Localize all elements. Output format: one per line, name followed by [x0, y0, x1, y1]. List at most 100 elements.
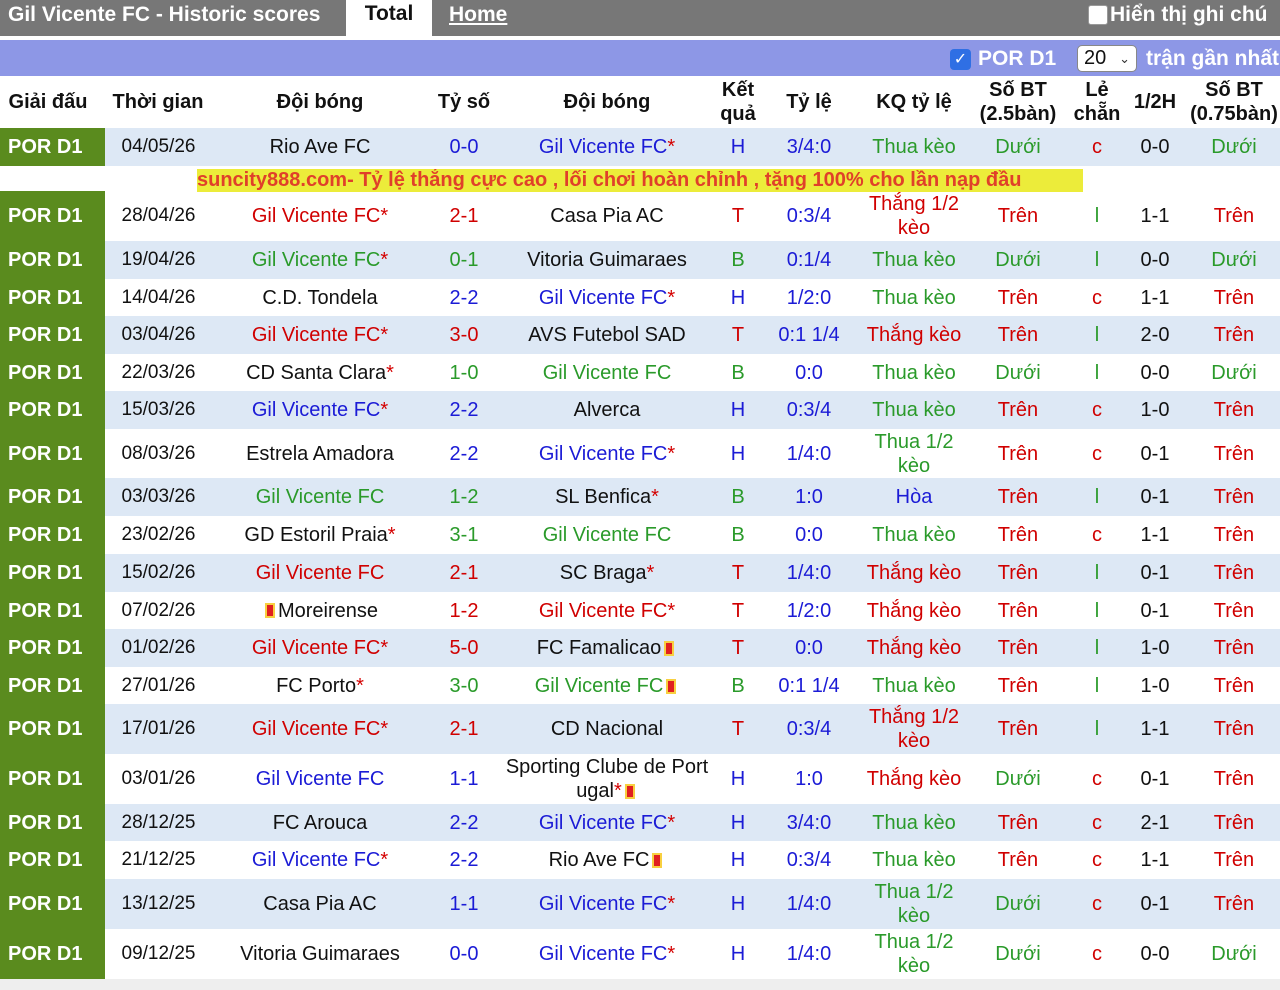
score-cell[interactable]: 1-0	[428, 354, 500, 391]
league-cell[interactable]: POR D1	[0, 704, 105, 754]
table-row[interactable]: POR D1 21/12/25 Gil Vicente FC * 2-2 Rio Ave …	[0, 841, 1280, 879]
away-team-cell[interactable]: Gil Vicente FC*	[498, 804, 716, 841]
league-cell[interactable]: POR D1	[0, 841, 105, 879]
home-team-cell[interactable]: Gil Vicente FC	[212, 478, 428, 516]
league-filter-checkbox[interactable]: ✓	[950, 49, 971, 70]
score-cell[interactable]: 1-1	[428, 754, 500, 804]
away-team-cell[interactable]: Alverca	[498, 391, 716, 429]
league-cell[interactable]: POR D1	[0, 879, 105, 929]
away-team-cell[interactable]: Gil Vicente FC	[498, 516, 716, 554]
score-cell[interactable]: 2-2	[428, 804, 500, 841]
home-team-cell[interactable]: Gil Vicente FC *	[212, 841, 428, 879]
table-row[interactable]: POR D1 03/03/26 Gil Vicente FC 1-2 SL Benfic…	[0, 478, 1280, 516]
league-cell[interactable]: POR D1	[0, 592, 105, 629]
table-row[interactable]: POR D1 14/04/26 C.D. Tondela 2-2 Gil Vicente…	[0, 279, 1280, 316]
home-team-cell[interactable]: Gil Vicente FC *	[212, 241, 428, 279]
score-cell[interactable]: 3-0	[428, 316, 500, 354]
league-cell[interactable]: POR D1	[0, 128, 105, 166]
home-team-cell[interactable]: CD Santa Clara *	[212, 354, 428, 391]
away-team-cell[interactable]: Gil Vicente FC	[498, 354, 716, 391]
league-cell[interactable]: POR D1	[0, 391, 105, 429]
show-notes-toggle[interactable]: Hiển thị ghi chú	[1088, 3, 1268, 27]
league-cell[interactable]: POR D1	[0, 191, 105, 241]
home-team-cell[interactable]: Gil Vicente FC	[212, 554, 428, 592]
away-team-cell[interactable]: Gil Vicente FC*	[498, 879, 716, 929]
home-team-cell[interactable]: Vitoria Guimaraes	[212, 929, 428, 979]
home-team-cell[interactable]: Gil Vicente FC *	[212, 191, 428, 241]
tab-home[interactable]: Home	[449, 2, 507, 28]
league-cell[interactable]: POR D1	[0, 354, 105, 391]
home-team-cell[interactable]: C.D. Tondela	[212, 279, 428, 316]
away-team-cell[interactable]: Gil Vicente FC*	[498, 279, 716, 316]
table-row[interactable]: POR D1 23/02/26 GD Estoril Praia * 3-1 Gil Vi…	[0, 516, 1280, 554]
league-cell[interactable]: POR D1	[0, 429, 105, 478]
table-row[interactable]: POR D1 19/04/26 Gil Vicente FC * 0-1 Vitoria …	[0, 241, 1280, 279]
table-row[interactable]: POR D1 17/01/26 Gil Vicente FC * 2-1 CD Nacio…	[0, 704, 1280, 754]
score-cell[interactable]: 0-0	[428, 128, 500, 166]
home-team-cell[interactable]: Rio Ave FC	[212, 128, 428, 166]
table-row[interactable]: POR D1 01/02/26 Gil Vicente FC * 5-0 FC Famal…	[0, 629, 1280, 667]
league-cell[interactable]: POR D1	[0, 754, 105, 804]
table-row[interactable]: POR D1 13/12/25 Casa Pia AC 1-1 Gil Vicente …	[0, 879, 1280, 929]
league-cell[interactable]: POR D1	[0, 667, 105, 704]
home-team-cell[interactable]: GD Estoril Praia *	[212, 516, 428, 554]
home-team-cell[interactable]: FC Porto *	[212, 667, 428, 704]
league-cell[interactable]: POR D1	[0, 804, 105, 841]
home-team-cell[interactable]: FC Arouca	[212, 804, 428, 841]
table-row[interactable]: POR D1 15/02/26 Gil Vicente FC 2-1 SC Braga*…	[0, 554, 1280, 592]
away-team-cell[interactable]: SC Braga*	[498, 554, 716, 592]
home-team-cell[interactable]: Moreirense	[212, 592, 428, 629]
away-team-cell[interactable]: AVS Futebol SAD	[498, 316, 716, 354]
table-row[interactable]: POR D1 04/05/26 Rio Ave FC 0-0 Gil Vicente F…	[0, 128, 1280, 166]
away-team-cell[interactable]: Sporting Clube de Portugal*	[498, 754, 716, 804]
ad-row[interactable]: suncity888.com- Tỷ lệ thắng cực cao , lố…	[0, 166, 1280, 192]
score-cell[interactable]: 3-0	[428, 667, 500, 704]
table-row[interactable]: POR D1 15/03/26 Gil Vicente FC * 2-2 Alverca H…	[0, 391, 1280, 429]
score-cell[interactable]: 2-2	[428, 391, 500, 429]
home-team-cell[interactable]: Gil Vicente FC	[212, 754, 428, 804]
match-count-select[interactable]: 20 ⌄	[1077, 45, 1137, 72]
table-row[interactable]: POR D1 08/03/26 Estrela Amadora 2-2 Gil Vice…	[0, 429, 1280, 478]
score-cell[interactable]: 2-1	[428, 704, 500, 754]
away-team-cell[interactable]: Gil Vicente FC*	[498, 929, 716, 979]
table-row[interactable]: POR D1 07/02/26 Moreirense 1-2 Gil Vicente F…	[0, 592, 1280, 629]
away-team-cell[interactable]: Gil Vicente FC*	[498, 592, 716, 629]
show-notes-checkbox[interactable]	[1088, 5, 1108, 25]
score-cell[interactable]: 1-2	[428, 478, 500, 516]
score-cell[interactable]: 2-2	[428, 429, 500, 478]
away-team-cell[interactable]: Gil Vicente FC	[498, 667, 716, 704]
home-team-cell[interactable]: Estrela Amadora	[212, 429, 428, 478]
league-cell[interactable]: POR D1	[0, 516, 105, 554]
table-row[interactable]: POR D1 28/04/26 Gil Vicente FC * 2-1 Casa Pia…	[0, 191, 1280, 241]
score-cell[interactable]: 3-1	[428, 516, 500, 554]
league-cell[interactable]: POR D1	[0, 554, 105, 592]
score-cell[interactable]: 5-0	[428, 629, 500, 667]
table-row[interactable]: POR D1 22/03/26 CD Santa Clara * 1-0 Gil Vice…	[0, 354, 1280, 391]
score-cell[interactable]: 2-2	[428, 279, 500, 316]
table-row[interactable]: POR D1 03/04/26 Gil Vicente FC * 3-0 AVS Fute…	[0, 316, 1280, 354]
score-cell[interactable]: 0-1	[428, 241, 500, 279]
league-cell[interactable]: POR D1	[0, 629, 105, 667]
league-cell[interactable]: POR D1	[0, 478, 105, 516]
away-team-cell[interactable]: Rio Ave FC	[498, 841, 716, 879]
ad-banner-text[interactable]: suncity888.com- Tỷ lệ thắng cực cao , lố…	[197, 169, 1083, 192]
league-cell[interactable]: POR D1	[0, 929, 105, 979]
away-team-cell[interactable]: Gil Vicente FC*	[498, 128, 716, 166]
score-cell[interactable]: 0-0	[428, 929, 500, 979]
score-cell[interactable]: 2-2	[428, 841, 500, 879]
away-team-cell[interactable]: Vitoria Guimaraes	[498, 241, 716, 279]
league-cell[interactable]: POR D1	[0, 316, 105, 354]
home-team-cell[interactable]: Gil Vicente FC *	[212, 629, 428, 667]
league-cell[interactable]: POR D1	[0, 279, 105, 316]
table-row[interactable]: POR D1 27/01/26 FC Porto * 3-0 Gil Vicente FC…	[0, 667, 1280, 704]
away-team-cell[interactable]: SL Benfica*	[498, 478, 716, 516]
score-cell[interactable]: 2-1	[428, 191, 500, 241]
score-cell[interactable]: 1-2	[428, 592, 500, 629]
home-team-cell[interactable]: Gil Vicente FC *	[212, 704, 428, 754]
league-cell[interactable]: POR D1	[0, 241, 105, 279]
away-team-cell[interactable]: Gil Vicente FC*	[498, 429, 716, 478]
tab-total[interactable]: Total	[346, 0, 432, 36]
away-team-cell[interactable]: Casa Pia AC	[498, 191, 716, 241]
home-team-cell[interactable]: Casa Pia AC	[212, 879, 428, 929]
score-cell[interactable]: 2-1	[428, 554, 500, 592]
